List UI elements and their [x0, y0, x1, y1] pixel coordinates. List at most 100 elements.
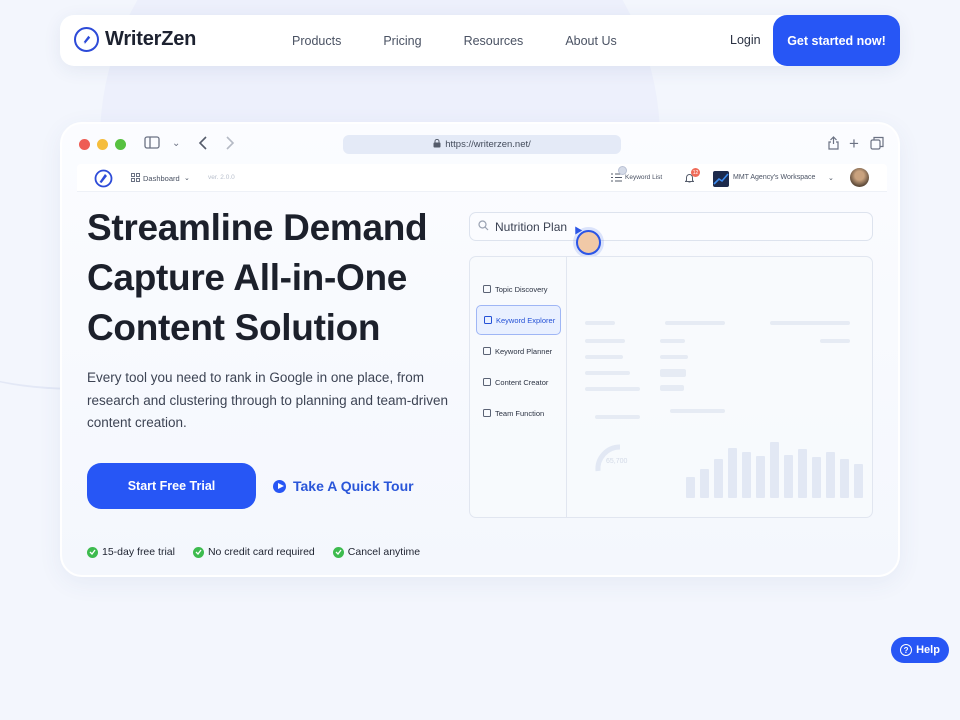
gauge-chart: 65,700: [595, 444, 628, 472]
share-icon: [828, 136, 839, 153]
ghost-text: [660, 355, 688, 359]
chevron-down-icon: ⌄: [172, 138, 181, 149]
start-free-trial-button[interactable]: Start Free Trial: [87, 463, 256, 509]
window-maximize-dot: [115, 139, 126, 150]
app-header-bar: Dashboard ⌄ ver. 2.0.0 Keyword List 12 M…: [77, 164, 887, 192]
perk-label: 15-day free trial: [102, 546, 175, 558]
address-bar[interactable]: https://writerzen.net/: [343, 135, 621, 154]
nav-products[interactable]: Products: [292, 34, 341, 48]
nav-pricing[interactable]: Pricing: [383, 34, 421, 48]
help-button[interactable]: ? Help: [891, 637, 949, 663]
hero-title: Streamline Demand Capture All-in-One Con…: [87, 207, 428, 348]
chart-bar: [700, 469, 709, 498]
ghost-text: [820, 339, 850, 343]
collaborator-avatar: [576, 230, 601, 255]
ghost-text: [665, 321, 725, 325]
layers-icon: [483, 347, 491, 355]
team-icon: [483, 409, 491, 417]
quick-tour-link[interactable]: Take A Quick Tour: [273, 478, 414, 494]
url-text: https://writerzen.net/: [445, 139, 531, 150]
ghost-text: [660, 369, 686, 377]
sidebar-item-team-function[interactable]: Team Function: [476, 400, 561, 426]
brand-name: WriterZen: [105, 28, 197, 50]
chart-bar: [770, 442, 779, 498]
search-icon: [478, 219, 489, 234]
window-minimize-dot: [97, 139, 108, 150]
tool-sidebar: Topic Discovery Keyword Explorer Keyword…: [470, 257, 567, 517]
sidebar-toggle-icon: [144, 136, 160, 152]
new-tab-plus-icon: +: [849, 134, 859, 153]
ghost-text: [770, 321, 850, 325]
chart-bar: [756, 456, 765, 498]
ghost-text: [595, 415, 640, 419]
perk-item: Cancel anytime: [332, 546, 421, 558]
ghost-text: [660, 339, 685, 343]
ghost-text: [585, 371, 630, 375]
quick-tour-label: Take A Quick Tour: [293, 478, 414, 494]
dashboard-grid-icon: [131, 173, 140, 184]
sidebar-item-keyword-planner[interactable]: Keyword Planner: [476, 338, 561, 364]
window-close-dot: [79, 139, 90, 150]
chart-bar: [714, 459, 723, 498]
notification-count: 12: [691, 168, 700, 177]
perk-label: Cancel anytime: [347, 546, 421, 558]
ghost-text: [585, 355, 623, 359]
sidebar-item-topic-discovery[interactable]: Topic Discovery: [476, 276, 561, 302]
chart-bar: [826, 452, 835, 498]
top-navbar: WriterZen Products Pricing Resources Abo…: [60, 15, 900, 66]
ghost-text: [585, 387, 640, 391]
gauge-value: 65,700: [606, 458, 628, 465]
nav-about-us[interactable]: About Us: [565, 34, 616, 48]
main-nav: Products Pricing Resources About Us: [292, 15, 659, 66]
chart-bar: [742, 452, 751, 498]
workspace-logo-icon: [713, 171, 729, 187]
check-icon: [192, 546, 204, 558]
perk-item: No credit card required: [192, 546, 315, 558]
chart-bar: [686, 477, 695, 498]
hero-subtitle: Every tool you need to rank in Google in…: [87, 370, 448, 430]
nav-resources[interactable]: Resources: [464, 34, 524, 48]
sidebar-item-label: Team Function: [495, 408, 545, 418]
sidebar-item-label: Keyword Planner: [495, 346, 553, 356]
perk-label: No credit card required: [207, 546, 315, 558]
dashboard-menu[interactable]: Dashboard: [143, 174, 180, 183]
get-started-button[interactable]: Get started now!: [773, 15, 900, 66]
chart-bar: [854, 464, 863, 498]
forward-arrow-icon: [225, 136, 235, 153]
pen-nib-icon: [74, 27, 99, 52]
sidebar-item-label: Topic Discovery: [495, 284, 548, 294]
sidebar-item-content-creator[interactable]: Content Creator: [476, 369, 561, 395]
version-label: ver. 2.0.0: [208, 174, 235, 181]
app-logo-icon[interactable]: [94, 169, 113, 193]
search-value: Nutrition Plan: [495, 219, 568, 234]
ghost-text: [670, 409, 725, 413]
sidebar-item-label: Keyword Explorer: [496, 315, 556, 325]
sidebar-item-label: Content Creator: [495, 377, 549, 387]
chart-bar: [798, 449, 807, 498]
login-link[interactable]: Login: [730, 33, 761, 47]
document-icon: [483, 285, 491, 293]
chevron-down-icon: ⌄: [828, 175, 834, 182]
tool-panel: Topic Discovery Keyword Explorer Keyword…: [469, 256, 873, 518]
user-avatar[interactable]: [850, 168, 869, 187]
keyword-search-input[interactable]: Nutrition Plan: [469, 212, 873, 241]
help-label: Help: [916, 644, 940, 656]
workspace-switcher[interactable]: MMT Agency's Workspace: [733, 174, 815, 181]
chart-bar: [728, 448, 737, 498]
ghost-text: [585, 321, 615, 325]
ghost-text: [585, 339, 625, 343]
lock-icon: [433, 138, 441, 151]
editor-icon: [483, 378, 491, 386]
perk-item: 15-day free trial: [87, 546, 175, 558]
chart-bar: [812, 457, 821, 498]
perks-list: 15-day free trial No credit card require…: [87, 546, 420, 558]
brand-logo[interactable]: WriterZen: [74, 27, 196, 52]
sidebar-item-keyword-explorer[interactable]: Keyword Explorer: [476, 305, 561, 335]
bar-chart-icon: [484, 316, 492, 324]
chevron-down-icon: ⌄: [184, 175, 190, 182]
check-icon: [87, 546, 98, 558]
tabs-overview-icon: [870, 136, 884, 153]
keyword-list-link[interactable]: Keyword List: [625, 174, 662, 181]
question-icon: ?: [900, 644, 913, 656]
ghost-text: [660, 385, 684, 391]
